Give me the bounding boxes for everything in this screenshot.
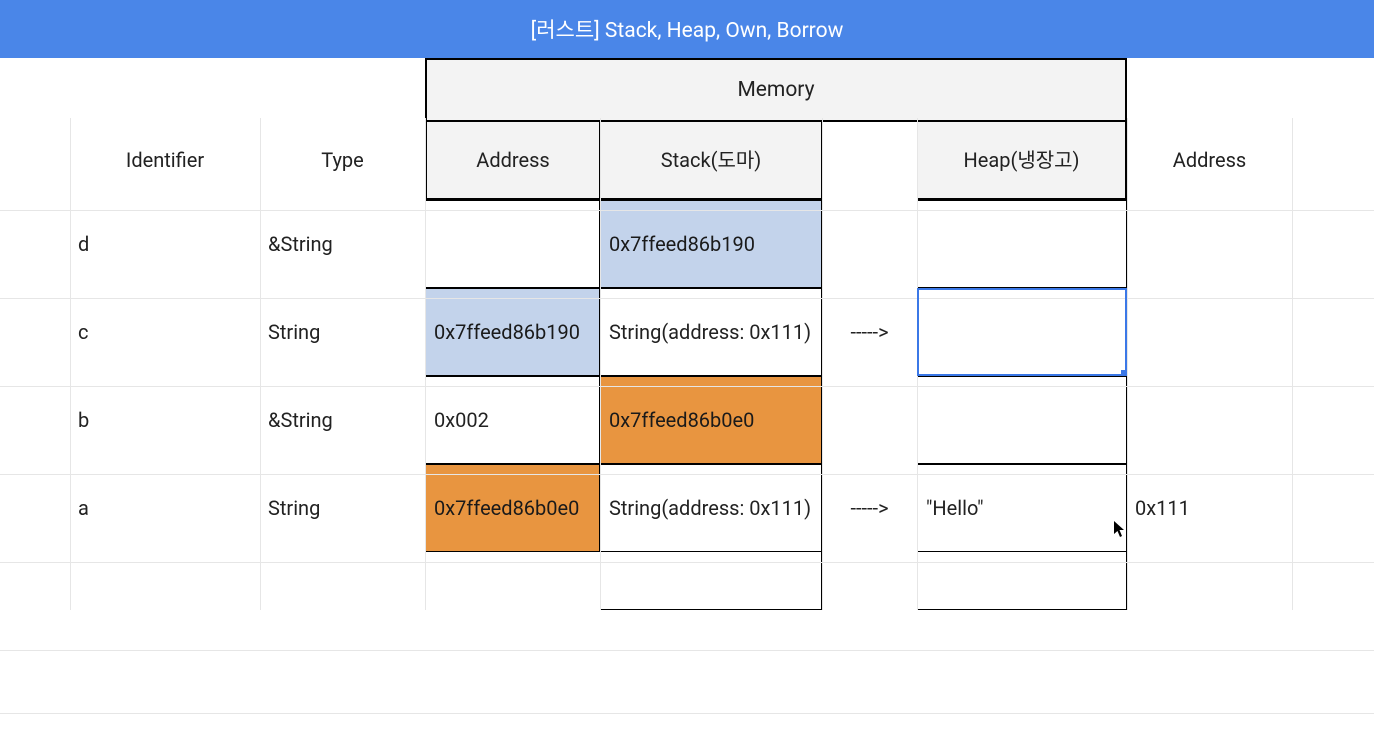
gutter — [0, 120, 70, 200]
gutter — [0, 376, 70, 464]
title-banner: [러스트] Stack, Heap, Own, Borrow — [0, 0, 1374, 58]
blank-cell[interactable] — [822, 552, 917, 610]
blank-cell[interactable] — [70, 552, 260, 610]
cell-identifier[interactable]: d — [70, 200, 260, 288]
table-row: d&String 0x7ffeed86b190 — [0, 200, 1374, 288]
blank-heap-cell[interactable] — [917, 552, 1127, 610]
col-header-address2[interactable]: Address — [1127, 120, 1292, 200]
cell-heap[interactable]: "Hello" — [917, 464, 1127, 552]
table-row: b&String0x0020x7ffeed86b0e0 — [0, 376, 1374, 464]
cell-type[interactable]: &String — [260, 376, 425, 464]
gutter — [0, 58, 70, 120]
cell-arrow[interactable] — [822, 200, 917, 288]
gutter — [0, 552, 70, 610]
blank-cell[interactable] — [260, 58, 425, 120]
cell-stack[interactable]: String(address: 0x111) — [600, 464, 822, 552]
cell-address[interactable]: 0x7ffeed86b0e0 — [425, 464, 600, 552]
memory-header-label: Memory — [737, 78, 814, 102]
col-header-stack[interactable]: Stack(도마) — [600, 120, 822, 200]
blank-cell[interactable] — [425, 552, 600, 610]
blank-cell[interactable] — [1127, 552, 1292, 610]
cell-address2[interactable] — [1127, 200, 1292, 288]
gutter — [0, 464, 70, 552]
blank-stack-cell[interactable] — [600, 552, 822, 610]
spreadsheet[interactable]: Memory Identifier Type Address Stack(도마)… — [0, 58, 1374, 610]
col-header-type[interactable]: Type — [260, 120, 425, 200]
cell-stack[interactable]: String(address: 0x111) — [600, 288, 822, 376]
cell-type[interactable]: String — [260, 288, 425, 376]
cell-address[interactable] — [425, 200, 600, 288]
cell-address[interactable]: 0x002 — [425, 376, 600, 464]
cell-arrow[interactable]: -----> — [822, 464, 917, 552]
table-row: cString0x7ffeed86b190String(address: 0x1… — [0, 288, 1374, 376]
cell-stack[interactable]: 0x7ffeed86b0e0 — [600, 376, 822, 464]
col-header-identifier[interactable]: Identifier — [70, 120, 260, 200]
cell-type[interactable]: &String — [260, 200, 425, 288]
blank-cell[interactable] — [1127, 58, 1292, 120]
memory-header[interactable]: Memory — [425, 58, 1127, 120]
cell-address2[interactable] — [1127, 288, 1292, 376]
cell-address2[interactable]: 0x111 — [1127, 464, 1292, 552]
gutter — [0, 200, 70, 288]
cell-identifier[interactable]: c — [70, 288, 260, 376]
cell-arrow[interactable] — [822, 376, 917, 464]
cell-identifier[interactable]: a — [70, 464, 260, 552]
cell-address[interactable]: 0x7ffeed86b190 — [425, 288, 600, 376]
cell-identifier[interactable]: b — [70, 376, 260, 464]
col-header-arrow[interactable] — [822, 120, 917, 200]
col-header-address[interactable]: Address — [425, 120, 600, 200]
gutter — [0, 288, 70, 376]
cell-heap[interactable] — [917, 376, 1127, 464]
cell-stack[interactable]: 0x7ffeed86b190 — [600, 200, 822, 288]
title-text: [러스트] Stack, Heap, Own, Borrow — [531, 19, 844, 43]
blank-cell[interactable] — [260, 552, 425, 610]
cell-type[interactable]: String — [260, 464, 425, 552]
cell-arrow[interactable]: -----> — [822, 288, 917, 376]
table-row: aString0x7ffeed86b0e0String(address: 0x1… — [0, 464, 1374, 552]
col-header-heap[interactable]: Heap(냉장고) — [917, 120, 1127, 200]
cell-heap[interactable] — [917, 200, 1127, 288]
cell-heap[interactable] — [917, 288, 1127, 376]
blank-cell[interactable] — [70, 58, 260, 120]
cell-address2[interactable] — [1127, 376, 1292, 464]
